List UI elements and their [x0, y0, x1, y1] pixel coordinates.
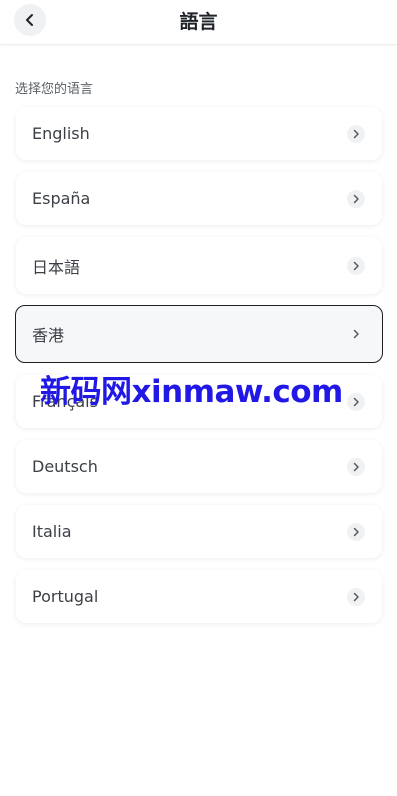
language-label: English: [32, 124, 90, 143]
language-item-german[interactable]: Deutsch: [16, 440, 382, 493]
chevron-right-icon: [347, 124, 365, 143]
language-label: Deutsch: [32, 457, 98, 476]
chevron-right-icon: [347, 457, 365, 476]
chevron-right-icon: [347, 587, 365, 606]
language-item-espana[interactable]: España: [16, 172, 382, 225]
watermark: 新码网xinmaw.com: [40, 374, 343, 410]
section-label: 选择您的语言: [15, 82, 94, 97]
chevron-right-icon: [347, 189, 365, 208]
language-item-hongkong[interactable]: 香港: [15, 305, 383, 363]
language-item-english[interactable]: English: [16, 107, 382, 160]
page-title: 語言: [179, 11, 218, 33]
language-label: 日本語: [32, 257, 81, 277]
top-bar: 語言: [0, 0, 397, 45]
language-label: Italia: [32, 522, 72, 541]
chevron-right-icon: [347, 325, 365, 343]
language-item-portuguese[interactable]: Portugal: [16, 570, 382, 623]
language-label: 香港: [32, 326, 65, 345]
language-label: Portugal: [32, 587, 99, 606]
chevron-right-icon: [347, 392, 365, 411]
chevron-right-icon: [347, 522, 365, 541]
chevron-right-icon: [347, 256, 365, 275]
language-item-japanese[interactable]: 日本語: [16, 237, 382, 294]
language-item-italian[interactable]: Italia: [16, 505, 382, 558]
language-label: España: [32, 189, 91, 208]
